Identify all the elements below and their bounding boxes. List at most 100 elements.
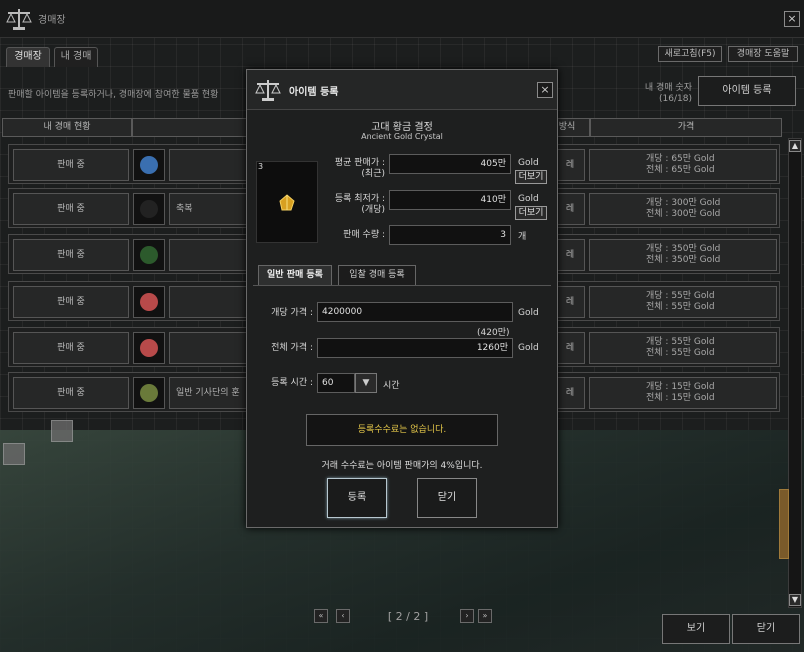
chevron-down-icon[interactable]: ▼ — [355, 373, 377, 393]
row-total-price: 전체 : 15만 Gold — [646, 393, 715, 403]
time-unit: 시간 — [383, 381, 400, 391]
qty-label: 판매 수량 : — [343, 230, 385, 240]
title-bar: 경매장 × — [0, 0, 804, 38]
next-page-button[interactable]: › — [460, 609, 474, 623]
dialog-close-button[interactable]: 닫기 — [417, 478, 477, 518]
time-select[interactable]: 60 — [317, 373, 355, 393]
row-status: 판매 중 — [13, 193, 129, 225]
tab-my-auction[interactable]: 내 경매 — [54, 47, 98, 67]
fee-notice: 등록수수료는 없습니다. — [306, 414, 498, 446]
scrollbar[interactable]: ▲ ▼ — [779, 138, 802, 608]
scroll-up-icon[interactable]: ▲ — [789, 140, 801, 152]
prev-page-button[interactable]: ‹ — [336, 609, 350, 623]
window-title: 경매장 — [38, 15, 66, 26]
total-price-field: 1260만 — [317, 338, 513, 358]
row-price: 개당 : 300만 Gold 전체 : 300만 Gold — [589, 193, 777, 225]
item-thumbnail: 3 — [256, 161, 318, 243]
row-status: 판매 중 — [13, 239, 129, 271]
first-page-button[interactable]: « — [314, 609, 328, 623]
avg-price-more-button[interactable]: 더보기 — [515, 170, 547, 184]
qty-field[interactable]: 3 — [389, 225, 511, 245]
unit-price-unit: Gold — [518, 308, 539, 318]
row-unit-price: 개당 : 15만 Gold — [646, 382, 715, 392]
gold-crystal-icon — [279, 194, 295, 211]
refresh-button[interactable]: 새로고침(F5) — [658, 46, 722, 62]
min-price-unit: Gold — [518, 194, 539, 204]
row-total-price: 전체 : 65만 Gold — [646, 165, 715, 175]
row-status: 판매 중 — [13, 286, 129, 318]
unit-price-hint: (420만) — [477, 328, 510, 338]
row-method: 레 — [555, 332, 585, 364]
row-method: 레 — [555, 286, 585, 318]
row-method: 레 — [555, 239, 585, 271]
scales-icon — [6, 9, 32, 30]
item-register-dialog: 아이템 등록 × 고대 황금 결정 Ancient Gold Crystal 3… — [246, 69, 558, 528]
fee-text: 거래 수수료는 아이템 판매가의 4%입니다. — [321, 461, 483, 471]
dialog-title-bar: 아이템 등록 × — [247, 70, 557, 110]
row-method: 레 — [555, 149, 585, 181]
qty-unit: 개 — [518, 232, 527, 242]
column-status: 내 경매 현황 — [2, 118, 132, 137]
close-button[interactable]: 닫기 — [732, 614, 800, 644]
min-price-label: 등록 최저가 : — [334, 194, 385, 204]
tab-bid-auction[interactable]: 입찰 경매 등록 — [338, 265, 416, 285]
avg-price-field: 405만 — [389, 154, 511, 174]
tab-normal-sale[interactable]: 일반 판매 등록 — [258, 265, 332, 285]
last-page-button[interactable]: » — [478, 609, 492, 623]
item-icon — [133, 193, 165, 225]
min-price-field: 410만 — [389, 190, 511, 210]
description-text: 판매할 아이템을 등록하거나, 경매장에 참여한 물품 현황 — [8, 90, 219, 100]
view-button[interactable]: 보기 — [662, 614, 730, 644]
row-total-price: 전체 : 300만 Gold — [646, 209, 721, 219]
row-unit-price: 개당 : 55만 Gold — [646, 337, 715, 347]
row-method: 레 — [555, 377, 585, 409]
register-item-button[interactable]: 아이템 등록 — [698, 76, 796, 106]
min-price-sub: (개당) — [361, 205, 385, 215]
item-icon — [133, 149, 165, 181]
item-icon — [133, 286, 165, 318]
scroll-down-icon[interactable]: ▼ — [789, 594, 801, 606]
avg-price-label: 평균 판매가 : — [334, 158, 385, 168]
row-status: 판매 중 — [13, 377, 129, 409]
row-method: 레 — [555, 193, 585, 225]
row-total-price: 전체 : 55만 Gold — [646, 348, 715, 358]
total-price-unit: Gold — [518, 343, 539, 353]
register-button[interactable]: 등록 — [327, 478, 387, 518]
total-price-label: 전체 가격 : — [271, 343, 313, 353]
row-price: 개당 : 350만 Gold 전체 : 350만 Gold — [589, 239, 777, 271]
item-name: 고대 황금 결정 — [371, 122, 433, 133]
unit-price-input[interactable]: 4200000 — [317, 302, 513, 322]
item-stack-count: 3 — [258, 162, 264, 171]
avg-price-sub: (최근) — [361, 169, 385, 179]
row-price: 개당 : 55만 Gold 전체 : 55만 Gold — [589, 286, 777, 318]
my-auction-count: (16/18) — [659, 94, 692, 104]
page-indicator: [ 2 / 2 ] — [387, 610, 429, 623]
close-dialog-icon[interactable]: × — [537, 82, 553, 98]
row-price: 개당 : 55만 Gold 전체 : 55만 Gold — [589, 332, 777, 364]
column-price: 가격 — [590, 118, 782, 137]
help-button[interactable]: 경매장 도움말 — [728, 46, 798, 62]
slot-icon — [51, 420, 73, 442]
row-unit-price: 개당 : 65만 Gold — [646, 154, 715, 164]
tab-divider — [253, 285, 551, 286]
row-status: 판매 중 — [13, 332, 129, 364]
avg-price-unit: Gold — [518, 158, 539, 168]
row-price: 개당 : 65만 Gold 전체 : 65만 Gold — [589, 149, 777, 181]
item-name-en: Ancient Gold Crystal — [361, 132, 443, 141]
row-total-price: 전체 : 55만 Gold — [646, 302, 715, 312]
row-status: 판매 중 — [13, 149, 129, 181]
tab-auction[interactable]: 경매장 — [6, 47, 50, 67]
row-price: 개당 : 15만 Gold 전체 : 15만 Gold — [589, 377, 777, 409]
item-icon — [133, 377, 165, 409]
close-window-button[interactable]: × — [784, 11, 800, 27]
min-price-more-button[interactable]: 더보기 — [515, 206, 547, 220]
my-auction-label: 내 경매 숫자 — [644, 83, 692, 93]
row-total-price: 전체 : 350만 Gold — [646, 255, 721, 265]
item-icon — [133, 332, 165, 364]
row-unit-price: 개당 : 350만 Gold — [646, 244, 721, 254]
item-icon — [133, 239, 165, 271]
scroll-thumb[interactable] — [779, 489, 789, 559]
slot-icon — [3, 443, 25, 465]
row-unit-price: 개당 : 300만 Gold — [646, 198, 721, 208]
dialog-title: 아이템 등록 — [289, 87, 339, 98]
